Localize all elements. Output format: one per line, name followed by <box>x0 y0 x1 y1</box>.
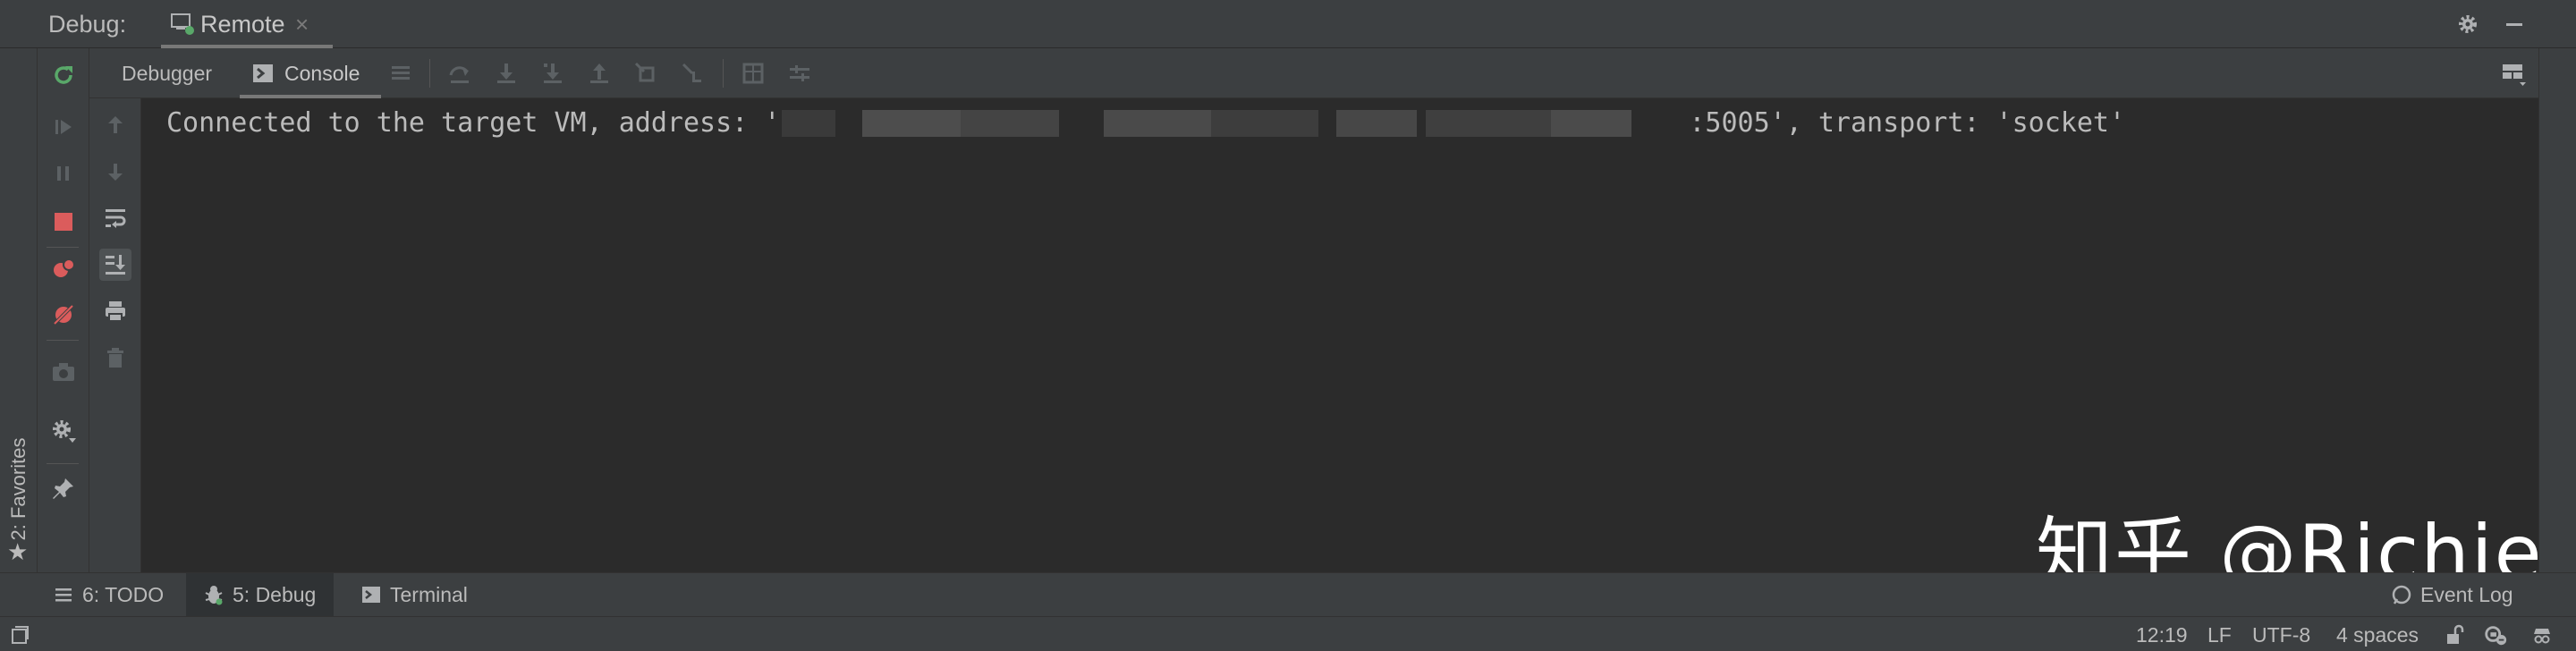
tab-event-log[interactable]: Event Log <box>2390 573 2513 616</box>
tab-debugger-label: Debugger <box>122 62 213 85</box>
terminal-icon <box>360 583 383 606</box>
tab-debug[interactable]: 5: Debug <box>186 573 335 616</box>
right-tool-strip <box>2538 48 2576 572</box>
left-tool-strip: 2: Favorites ★ <box>0 48 38 572</box>
tab-remote-label: Remote <box>200 11 285 38</box>
tab-console-label: Console <box>284 62 360 85</box>
line-separator[interactable]: LF <box>2207 623 2232 647</box>
git-sync-icon[interactable] <box>2483 622 2508 647</box>
console-line-prefix: Connected to the target VM, address: ' <box>166 107 781 139</box>
console-line-suffix: :5005', transport: 'socket' <box>1689 107 2126 139</box>
tab-terminal[interactable]: Terminal <box>360 573 468 616</box>
bug-icon <box>202 583 225 606</box>
tool-window-header: Debug: Remote × <box>0 0 2576 48</box>
scroll-to-end-icon[interactable] <box>99 249 131 281</box>
event-log-label: Event Log <box>2420 582 2513 606</box>
tab-debug-label: 5: Debug <box>233 582 317 606</box>
drop-frame-icon[interactable] <box>630 57 662 89</box>
inspector-icon[interactable] <box>2529 622 2555 647</box>
remote-debug-icon <box>168 9 197 38</box>
trash-icon[interactable] <box>99 342 131 374</box>
step-out-icon[interactable] <box>583 57 615 89</box>
list-icon <box>52 583 75 606</box>
redacted-address <box>782 109 1687 137</box>
console-line: Connected to the target VM, address: ' :… <box>166 107 2125 139</box>
tab-todo[interactable]: 6: TODO <box>52 573 164 616</box>
run-to-cursor-icon[interactable] <box>676 57 708 89</box>
gear-icon[interactable] <box>2453 9 2483 39</box>
tool-window-toggle-icon[interactable] <box>7 622 32 647</box>
status-bar: 12:19 LF UTF-8 4 spaces <box>0 617 2576 651</box>
layout-icon[interactable] <box>2497 57 2529 89</box>
mute-breakpoints-icon[interactable] <box>47 299 80 331</box>
camera-icon[interactable] <box>47 356 80 388</box>
tab-todo-label: 6: TODO <box>82 582 165 606</box>
file-encoding[interactable]: UTF-8 <box>2252 623 2310 647</box>
debug-toolbar <box>38 48 89 572</box>
view-breakpoints-icon[interactable] <box>47 252 80 284</box>
caret-position[interactable]: 12:19 <box>2136 623 2188 647</box>
evaluate-expression-icon[interactable] <box>737 57 769 89</box>
minimize-icon[interactable] <box>2499 9 2529 39</box>
trace-icon[interactable] <box>784 57 816 89</box>
stop-icon[interactable] <box>47 206 80 238</box>
tab-terminal-label: Terminal <box>390 582 468 606</box>
soft-wrap-icon[interactable] <box>99 202 131 234</box>
tool-window-title: Debug: <box>48 11 127 38</box>
print-icon[interactable] <box>99 295 131 327</box>
force-step-into-icon[interactable] <box>537 57 569 89</box>
rerun-icon[interactable] <box>47 59 80 91</box>
pause-icon[interactable] <box>47 157 80 190</box>
step-over-icon[interactable] <box>444 57 476 89</box>
tab-remote[interactable]: Remote × <box>161 0 333 48</box>
unlock-icon[interactable] <box>2442 622 2467 647</box>
step-into-icon[interactable] <box>490 57 522 89</box>
favorites-label: 2: Favorites <box>7 437 30 541</box>
star-icon: ★ <box>7 538 29 565</box>
console-icon <box>252 63 274 84</box>
show-execution-point-icon[interactable] <box>385 57 417 89</box>
close-icon[interactable]: × <box>295 11 309 38</box>
tab-debugger[interactable]: Debugger <box>98 48 233 98</box>
console-toolbar <box>89 98 141 572</box>
tab-console[interactable]: Console <box>240 48 381 98</box>
down-arrow-icon[interactable] <box>99 156 131 188</box>
settings-icon[interactable] <box>47 415 80 447</box>
event-log-icon <box>2390 583 2413 606</box>
pin-icon[interactable] <box>47 472 80 504</box>
resume-icon[interactable] <box>47 111 80 143</box>
up-arrow-icon[interactable] <box>99 109 131 141</box>
favorites-tab[interactable]: 2: Favorites ★ <box>4 433 34 565</box>
indent-setting[interactable]: 4 spaces <box>2336 623 2419 647</box>
tool-windows-bar: 6: TODO 5: Debug Terminal Event Log <box>0 572 2576 617</box>
debug-subtabs: Debugger Console <box>89 48 2576 98</box>
